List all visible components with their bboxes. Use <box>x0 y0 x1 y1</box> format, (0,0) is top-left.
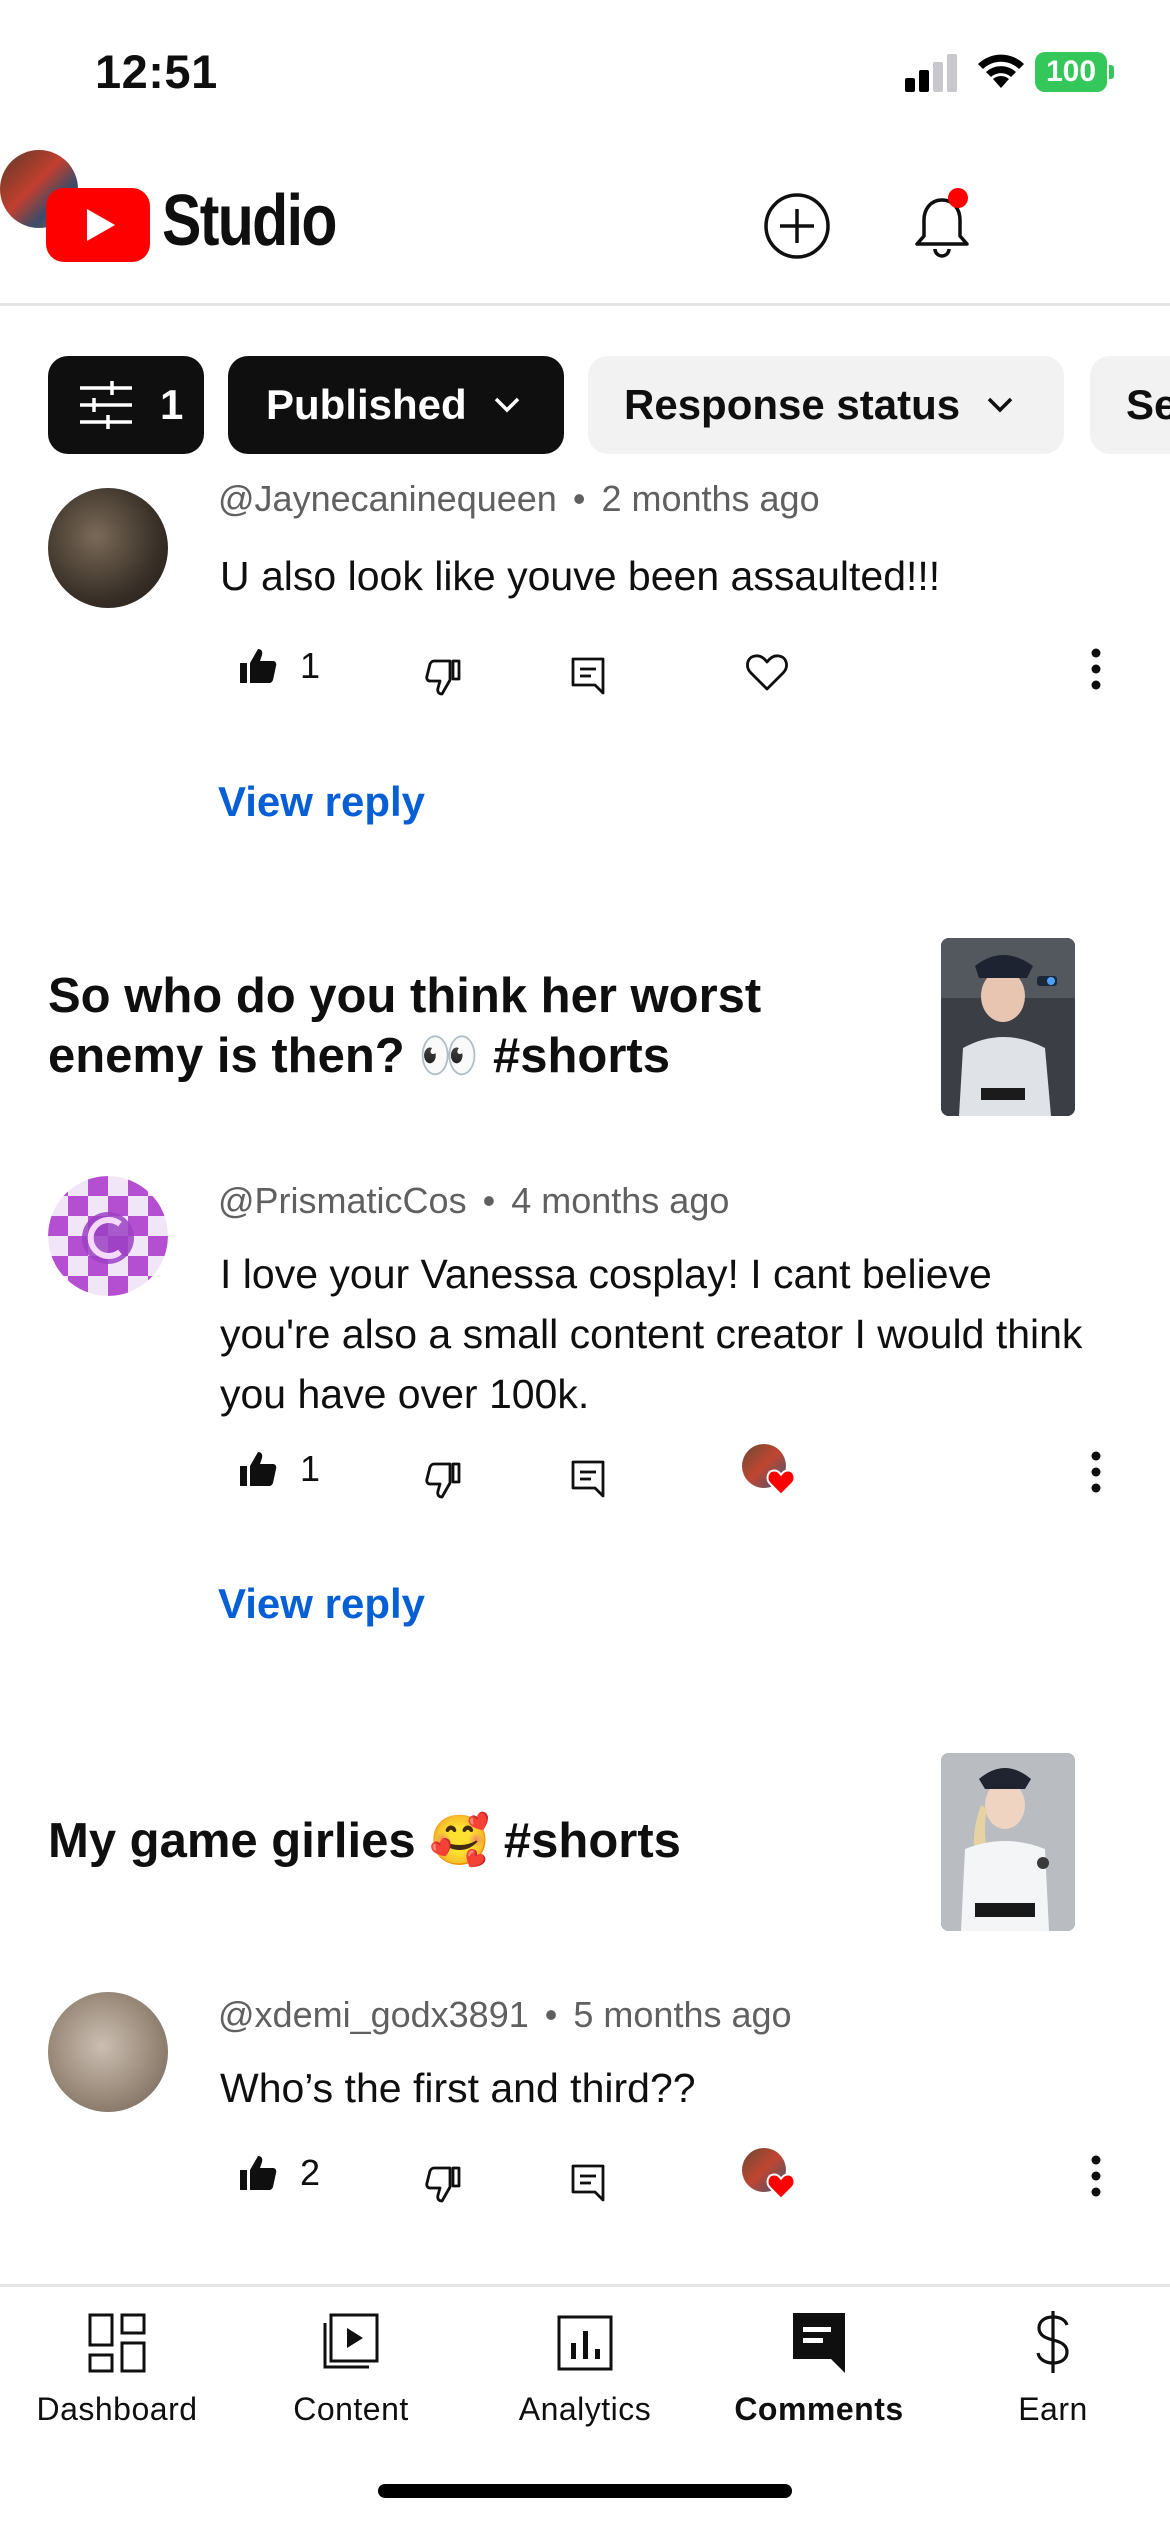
dashboard-icon <box>88 2313 146 2373</box>
reply-button[interactable] <box>568 2162 608 2204</box>
chevron-down-icon <box>494 397 519 413</box>
published-chip-label: Published <box>266 381 467 428</box>
video-title[interactable]: So who do you think her worst enemy is t… <box>48 966 928 1086</box>
comment-meta: @xdemi_godx3891 • 5 months ago <box>218 1994 792 2036</box>
dollar-sign-icon <box>1036 2311 1069 2373</box>
comment-age: 5 months ago <box>573 1994 792 2035</box>
comment-actions: 1 <box>0 1444 1170 1518</box>
like-button[interactable]: 2 <box>238 2152 320 2194</box>
comment-text: Who’s the first and third?? <box>220 2065 696 2111</box>
thumbs-up-filled-icon <box>240 649 277 683</box>
comment-meta: @PrismaticCos • 4 months ago <box>218 1180 729 1222</box>
youtube-logo-icon[interactable] <box>46 188 150 262</box>
reply-button[interactable] <box>568 1458 608 1500</box>
like-count: 1 <box>300 645 321 686</box>
nav-earn-label: Earn <box>1018 2391 1088 2427</box>
comment-actions: 1 <box>0 645 1170 715</box>
comment-text: I love your Vanessa cosplay! I cant beli… <box>220 1251 1083 1417</box>
thumbs-up-filled-icon <box>240 2156 277 2190</box>
filter-settings-chip[interactable]: 1 <box>48 356 204 454</box>
view-reply-link[interactable]: View reply <box>218 778 425 826</box>
comment-age: 2 months ago <box>601 478 820 519</box>
create-button[interactable] <box>757 186 837 266</box>
nav-comments[interactable]: Comments <box>702 2303 936 2428</box>
home-indicator[interactable] <box>378 2484 792 2498</box>
nav-comments-label: Comments <box>734 2391 904 2427</box>
wifi-icon <box>978 54 1024 88</box>
like-button[interactable]: 1 <box>238 1448 320 1490</box>
app-header: Studio <box>0 150 1170 306</box>
content-video-icon <box>323 2313 379 2369</box>
more-options-icon[interactable] <box>1078 1442 1114 1502</box>
sliders-icon <box>80 381 132 429</box>
meta-separator: • <box>544 1994 558 2035</box>
app-title: Studio <box>162 181 337 261</box>
sort-chip[interactable]: Se <box>1090 356 1170 454</box>
comment-text: U also look like youve been assaulted!!! <box>220 553 941 599</box>
nav-dashboard[interactable]: Dashboard <box>0 2303 234 2428</box>
nav-analytics[interactable]: Analytics <box>468 2303 702 2428</box>
dislike-button[interactable] <box>422 1458 464 1500</box>
chevron-down-icon <box>987 397 1013 413</box>
like-count: 1 <box>300 1448 321 1489</box>
reply-comment-icon <box>571 1460 605 1498</box>
like-button[interactable]: 1 <box>238 645 320 687</box>
thumbs-up-filled-icon <box>240 1452 277 1486</box>
response-status-label: Response status <box>624 381 961 428</box>
heart-filled-icon <box>766 2173 796 2200</box>
thumbs-down-icon <box>425 2166 461 2203</box>
heart-filled-icon <box>766 1469 796 1496</box>
battery-level: 100 <box>1035 52 1107 92</box>
notification-dot <box>948 188 968 208</box>
creator-heart-badge[interactable] <box>742 1444 796 1496</box>
comment-meta: @Jaynecaninequeen • 2 months ago <box>218 478 820 520</box>
meta-separator: • <box>482 1180 496 1221</box>
like-count: 2 <box>300 2152 321 2193</box>
heart-outline-icon <box>746 654 788 691</box>
thumbs-down-icon <box>425 1462 461 1499</box>
commenter-handle[interactable]: @Jaynecaninequeen <box>218 478 557 519</box>
dislike-button[interactable] <box>422 2162 464 2204</box>
nav-earn[interactable]: Earn <box>936 2303 1170 2428</box>
video-thumbnail[interactable] <box>941 938 1075 1116</box>
commenter-avatar[interactable] <box>48 1992 168 2112</box>
creator-heart-badge[interactable] <box>742 2148 796 2200</box>
cellular-signal-icon <box>905 52 959 92</box>
status-bar: 12:51 100 <box>0 0 1170 150</box>
response-status-chip[interactable]: Response status <box>588 356 1064 454</box>
comments-filled-icon <box>793 2313 845 2373</box>
battery-icon: 100 <box>1035 52 1114 92</box>
reply-button[interactable] <box>568 655 608 697</box>
filter-count: 1 <box>160 381 184 428</box>
sort-chip-label: Se <box>1126 381 1170 428</box>
comment-age: 4 months ago <box>511 1180 730 1221</box>
dislike-button[interactable] <box>422 655 464 697</box>
nav-content[interactable]: Content <box>234 2303 468 2428</box>
nav-analytics-label: Analytics <box>518 2391 652 2427</box>
filter-chip-bar: 1 Published Response status Se <box>0 356 1170 454</box>
analytics-bar-chart-icon <box>557 2315 613 2371</box>
heart-button[interactable] <box>745 651 789 693</box>
more-options-icon[interactable] <box>1078 639 1114 699</box>
commenter-handle[interactable]: @xdemi_godx3891 <box>218 1994 529 2035</box>
status-time: 12:51 <box>95 45 218 98</box>
comment-actions: 2 <box>0 2148 1170 2222</box>
video-thumbnail[interactable] <box>941 1753 1075 1931</box>
nav-dashboard-label: Dashboard <box>36 2391 198 2427</box>
reply-comment-icon <box>571 657 605 695</box>
video-title[interactable]: My game girlies 🥰 #shorts <box>48 1811 928 1871</box>
commenter-avatar[interactable] <box>48 488 168 608</box>
more-options-icon[interactable] <box>1078 2146 1114 2206</box>
published-filter-chip[interactable]: Published <box>228 356 564 454</box>
view-reply-link[interactable]: View reply <box>218 1580 425 1628</box>
commenter-avatar[interactable] <box>48 1176 168 1296</box>
commenter-handle[interactable]: @PrismaticCos <box>218 1180 467 1221</box>
notifications-bell-icon[interactable] <box>902 186 982 266</box>
meta-separator: • <box>572 478 586 519</box>
thumbs-down-icon <box>425 659 461 696</box>
nav-content-label: Content <box>293 2391 409 2427</box>
reply-comment-icon <box>571 2164 605 2202</box>
